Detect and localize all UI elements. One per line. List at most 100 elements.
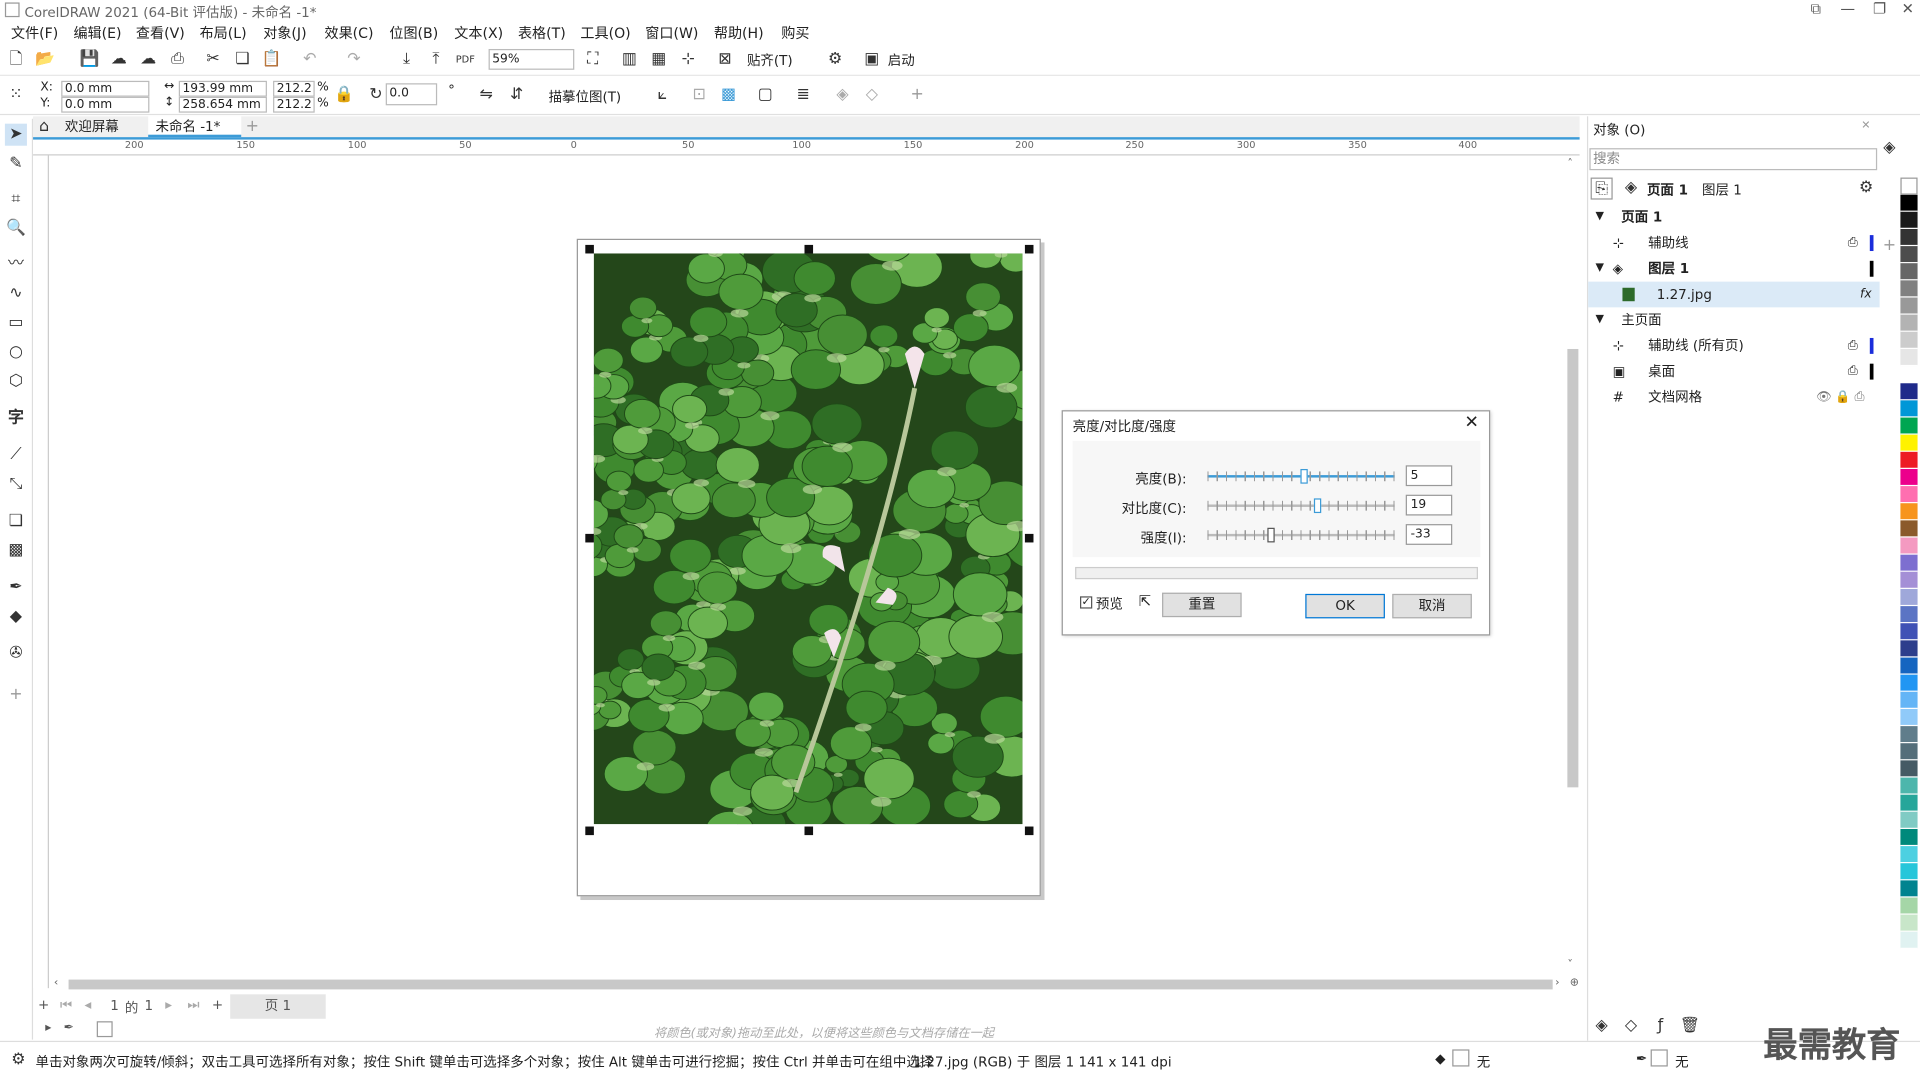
connector-tool-icon[interactable]: ⤡: [5, 474, 27, 496]
color-swatch[interactable]: [1900, 674, 1918, 692]
full-screen-icon[interactable]: ⛶: [582, 49, 604, 71]
home-icon[interactable]: ⌂: [33, 116, 55, 138]
scroll-down-icon[interactable]: ˅: [1567, 959, 1573, 971]
color-swatch[interactable]: [1900, 228, 1918, 247]
vertical-ruler[interactable]: [33, 155, 49, 989]
brightness-slider[interactable]: [1207, 468, 1395, 484]
selection-handle[interactable]: [1024, 244, 1034, 254]
color-swatch[interactable]: [1900, 503, 1918, 521]
to-back-icon[interactable]: ◇: [861, 84, 883, 106]
menu-file[interactable]: 文件(F): [11, 23, 58, 43]
menu-edit[interactable]: 编辑(E): [73, 23, 121, 43]
tree-layer-1[interactable]: ▼ ◈ 图层 1: [1588, 256, 1879, 282]
color-swatch[interactable]: [1900, 708, 1918, 727]
color-swatch[interactable]: [1900, 280, 1918, 298]
freehand-tool-icon[interactable]: 〰: [5, 253, 27, 275]
intensity-slider[interactable]: [1207, 527, 1395, 543]
color-swatch[interactable]: [1900, 486, 1918, 504]
add-tool-icon[interactable]: +: [5, 684, 27, 706]
color-swatch[interactable]: [1900, 314, 1918, 332]
color-swatch[interactable]: [1900, 537, 1918, 555]
tree-guides[interactable]: ⊹ 辅助线 ⎙: [1588, 230, 1879, 256]
tree-master-page[interactable]: ▼ 主页面: [1588, 307, 1879, 333]
selection-handle[interactable]: [1024, 533, 1034, 543]
color-swatch[interactable]: [1900, 194, 1918, 212]
panel-close-icon[interactable]: ✕: [1861, 120, 1870, 132]
zoom-select[interactable]: 59%: [488, 48, 575, 70]
menu-bitmap[interactable]: 位图(B): [389, 23, 438, 43]
horizontal-ruler[interactable]: 200 150 100 50 0 50 100 150 200 250 300 350 400: [33, 137, 1580, 156]
panel-options-gear-icon[interactable]: ⚙: [1855, 178, 1877, 200]
add-effect-icon[interactable]: ƒ: [1649, 1015, 1671, 1037]
first-page-icon[interactable]: ⏮: [60, 997, 72, 1014]
export-icon[interactable]: ⤒: [425, 49, 447, 71]
scale-width-field[interactable]: 212.2: [273, 80, 315, 97]
vertical-scroll-thumb[interactable]: [1567, 348, 1579, 788]
color-swatch[interactable]: [1900, 657, 1918, 675]
cancel-button[interactable]: 取消: [1392, 593, 1472, 619]
menu-view[interactable]: 查看(V): [136, 23, 185, 43]
bitmap-mask-icon[interactable]: ▩: [718, 84, 740, 106]
print-icon[interactable]: ⎙: [167, 49, 189, 71]
slider-thumb[interactable]: [1266, 527, 1275, 543]
shape-tool-icon[interactable]: ✎: [5, 153, 27, 175]
shadow-tool-icon[interactable]: ❏: [5, 511, 27, 533]
launch-menu[interactable]: 启动: [888, 50, 915, 70]
add-property-icon[interactable]: +: [906, 84, 928, 106]
docker-tabs[interactable]: ◈ +: [1880, 137, 1900, 259]
status-settings-icon[interactable]: ⚙: [7, 1049, 29, 1071]
y-position-field[interactable]: 0.0 mm: [61, 96, 150, 113]
intensity-field[interactable]: -33: [1405, 524, 1453, 545]
color-swatch[interactable]: [1900, 777, 1918, 795]
menu-text[interactable]: 文本(X): [454, 23, 503, 43]
paste-icon[interactable]: 📋: [261, 49, 283, 71]
color-swatch[interactable]: [1900, 691, 1918, 709]
color-swatch[interactable]: [1900, 246, 1918, 264]
last-page-icon[interactable]: ⏭: [187, 997, 199, 1014]
delete-icon[interactable]: 🗑: [1679, 1015, 1701, 1037]
new-tab-icon[interactable]: +: [241, 116, 263, 138]
menu-table[interactable]: 表格(T): [518, 23, 566, 43]
selection-handle[interactable]: [1024, 826, 1034, 836]
add-docker-icon[interactable]: +: [1878, 235, 1900, 257]
pick-tool-icon[interactable]: ➤: [4, 123, 27, 146]
trace-bitmap-menu[interactable]: 描摹位图(T): [549, 87, 622, 107]
fill-icon[interactable]: ◆: [1435, 1051, 1445, 1067]
color-swatch[interactable]: [1900, 743, 1918, 761]
polygon-tool-icon[interactable]: ⬡: [5, 371, 27, 393]
menu-layout[interactable]: 布局(L): [200, 23, 247, 43]
color-swatch[interactable]: [1900, 348, 1918, 367]
resample-icon[interactable]: ⊡: [688, 84, 710, 106]
color-swatch[interactable]: [1900, 880, 1918, 898]
color-swatch[interactable]: [1900, 640, 1918, 658]
selection-handle[interactable]: [585, 533, 594, 543]
options-gear-icon[interactable]: ⚙: [824, 49, 846, 71]
no-color-swatch-palette[interactable]: [1900, 177, 1918, 195]
color-swatch[interactable]: [1900, 331, 1918, 349]
scale-height-field[interactable]: 212.2: [273, 96, 315, 113]
scroll-left-icon[interactable]: ‹: [54, 977, 58, 989]
add-page-after-icon[interactable]: +: [212, 997, 223, 1013]
brightness-field[interactable]: 5: [1405, 465, 1453, 487]
scroll-up-icon[interactable]: ˄: [1567, 158, 1573, 170]
cut-icon[interactable]: ✂: [202, 49, 224, 71]
import-icon[interactable]: ⤓: [396, 49, 418, 71]
selection-handle[interactable]: [804, 244, 814, 254]
color-swatch[interactable]: [1900, 897, 1918, 915]
minimize-button[interactable]: —: [1832, 0, 1864, 21]
color-swatch[interactable]: [1900, 760, 1918, 778]
contrast-slider[interactable]: [1207, 498, 1395, 514]
tree-desktop[interactable]: ▣ 桌面 ⎙: [1588, 359, 1879, 385]
slider-thumb[interactable]: [1313, 498, 1321, 514]
color-swatch[interactable]: [1900, 297, 1918, 315]
zoom-tool-icon[interactable]: 🔍: [5, 218, 27, 240]
outline-pen-icon[interactable]: ✒: [1636, 1051, 1647, 1067]
palette-expand-icon[interactable]: ▸: [45, 1021, 51, 1034]
horizontal-scroll-thumb[interactable]: [68, 979, 1553, 990]
outline-swatch[interactable]: [1650, 1049, 1668, 1067]
transparency-tool-icon[interactable]: ▩: [5, 540, 27, 562]
width-field[interactable]: 193.99 mm: [178, 80, 267, 97]
snap-icon[interactable]: ⊠: [714, 49, 736, 71]
menu-object[interactable]: 对象(J): [263, 23, 306, 43]
vertical-scrollbar[interactable]: ˄ ˅: [1567, 156, 1579, 976]
